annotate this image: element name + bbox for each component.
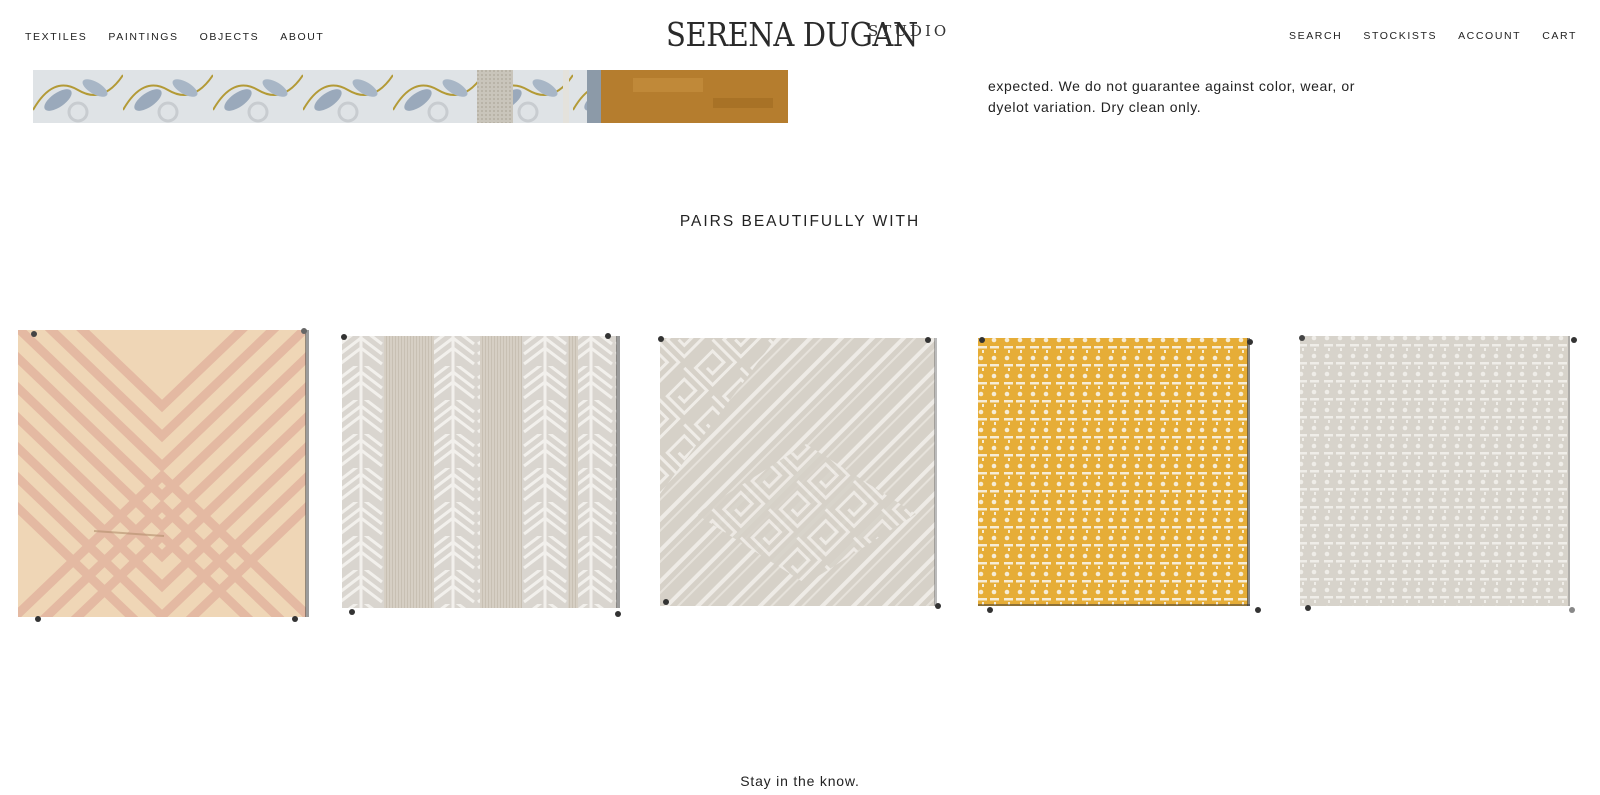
pair-item-1[interactable] — [14, 326, 314, 624]
pair-item-4[interactable] — [976, 336, 1266, 618]
description-line: dyelot variation. Dry clean only. — [988, 98, 1202, 115]
site-logo[interactable]: SERENA DUGAN STUDIO — [666, 13, 952, 57]
nav-textiles[interactable]: TEXTILES — [25, 31, 87, 43]
pairs-heading: PAIRS BEAUTIFULLY WITH — [679, 213, 921, 230]
nav-paintings[interactable]: PAINTINGS — [108, 31, 178, 43]
product-image-strip — [33, 70, 788, 123]
swatch-image — [18, 328, 309, 622]
primary-nav: TEXTILES PAINTINGS OBJECTS ABOUT — [25, 31, 345, 43]
site-header: TEXTILES PAINTINGS OBJECTS ABOUT SERENA … — [0, 0, 1600, 70]
nav-stockists[interactable]: STOCKISTS — [1363, 30, 1437, 42]
nav-cart[interactable]: CART — [1542, 30, 1577, 42]
newsletter-heading: Stay in the know. — [740, 773, 860, 789]
pair-item-3[interactable] — [656, 334, 948, 620]
logo-studio: STUDIO — [868, 22, 950, 40]
nav-objects[interactable]: OBJECTS — [200, 31, 260, 43]
swatch-image — [658, 336, 941, 609]
utility-nav: SEARCH STOCKISTS ACCOUNT CART — [1268, 30, 1577, 42]
pair-item-5[interactable] — [1296, 334, 1590, 618]
product-description: expected. We do not guarantee against co… — [988, 76, 1408, 117]
nav-account[interactable]: ACCOUNT — [1458, 30, 1521, 42]
nav-about[interactable]: ABOUT — [280, 31, 324, 43]
swatch-image — [341, 333, 621, 617]
swatch-image — [1299, 335, 1577, 613]
swatch-image — [978, 337, 1261, 613]
pair-item-2[interactable] — [338, 332, 630, 622]
nav-search[interactable]: SEARCH — [1289, 30, 1342, 42]
description-line: expected. We do not guarantee against co… — [988, 78, 1355, 94]
